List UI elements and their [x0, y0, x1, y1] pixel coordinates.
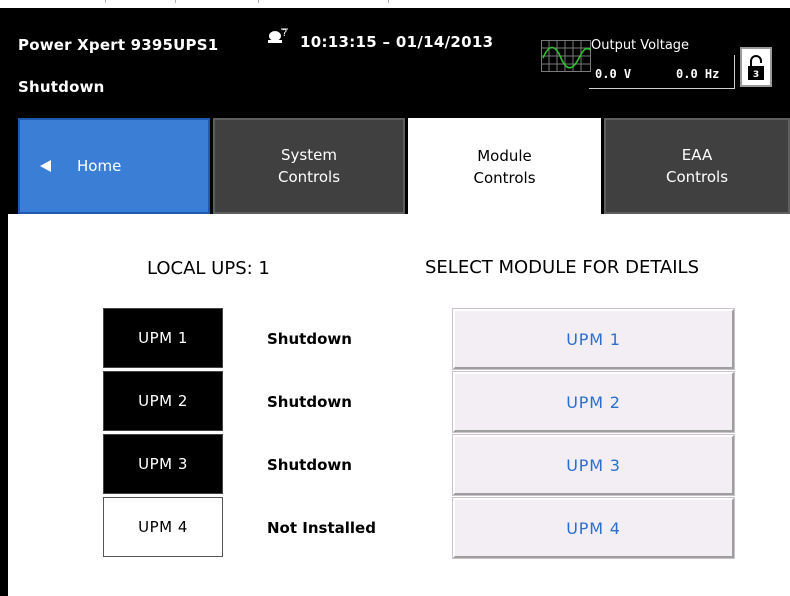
svg-text:?: ? [282, 28, 287, 39]
output-voltage-value: 0.0 V [595, 67, 632, 81]
system-status: Shutdown [18, 78, 105, 96]
upm-indicator-2: UPM 2 [103, 371, 223, 431]
top-border-strip [0, 0, 790, 8]
lock-level: 3 [753, 70, 759, 80]
back-arrow-icon [40, 160, 51, 172]
upm-status-1: Shutdown [267, 330, 352, 348]
tab-home[interactable]: Home [18, 118, 210, 214]
upm-2-button[interactable]: UPM 2 [452, 371, 735, 433]
upm-indicator-4: UPM 4 [103, 497, 223, 557]
access-lock-button[interactable]: 3 [740, 47, 772, 87]
tab-module-controls-label: Module Controls [473, 147, 536, 187]
device-name: Power Xpert 9395UPS1 [18, 36, 219, 54]
tab-system-controls[interactable]: System Controls [213, 118, 405, 214]
upm-3-button[interactable]: UPM 3 [452, 434, 735, 496]
output-frequency-value: 0.0 Hz [676, 67, 720, 81]
tab-home-label: Home [77, 157, 122, 175]
left-border [0, 214, 8, 596]
upm-indicator-3: UPM 3 [103, 434, 223, 494]
upm-status-3: Shutdown [267, 456, 352, 474]
waveform-icon [541, 40, 591, 72]
status-header: Power Xpert 9395UPS1 Shutdown ? 10:13:15… [0, 8, 790, 116]
datetime: 10:13:15 – 01/14/2013 [300, 33, 494, 51]
tab-eaa-controls[interactable]: EAA Controls [604, 118, 790, 214]
upm-4-button[interactable]: UPM 4 [452, 497, 735, 559]
upm-indicator-1: UPM 1 [103, 308, 223, 368]
tab-system-controls-label: System Controls [277, 146, 341, 186]
upm-status-4: Not Installed [267, 519, 376, 537]
upm-status-2: Shutdown [267, 393, 352, 411]
select-module-heading: SELECT MODULE FOR DETAILS [425, 257, 699, 278]
tab-eaa-controls-label: EAA Controls [665, 146, 729, 186]
alarm-silence-icon[interactable]: ? [266, 28, 294, 46]
tab-module-controls[interactable]: Module Controls [408, 118, 601, 216]
local-ups-heading: LOCAL UPS: 1 [147, 258, 270, 279]
unlocked-padlock-icon: 3 [748, 55, 764, 80]
output-voltage-label: Output Voltage [591, 38, 690, 53]
upm-1-button[interactable]: UPM 1 [452, 308, 735, 370]
